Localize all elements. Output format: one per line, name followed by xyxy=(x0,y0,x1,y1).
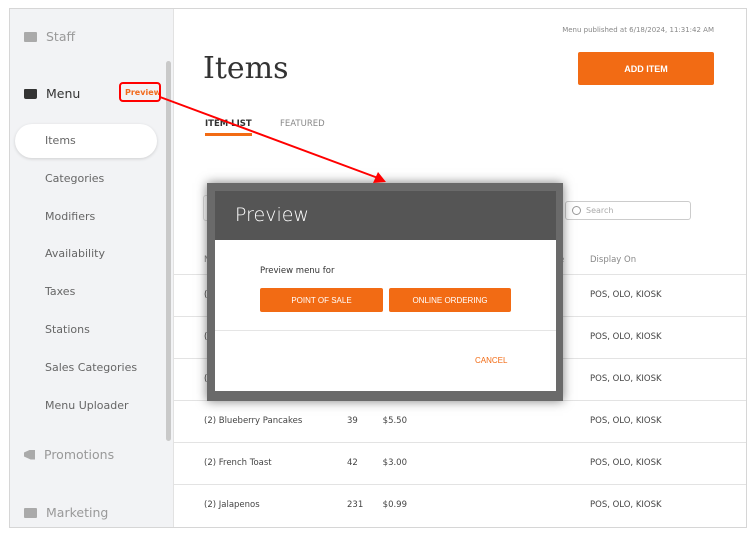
sidebar: Staff Menu Preview Items Categories Modi… xyxy=(10,9,174,527)
search-icon xyxy=(572,206,581,215)
item-name: (2) French Toast xyxy=(204,458,272,468)
sidebar-scrollbar[interactable] xyxy=(166,61,171,441)
preview-modal: Preview Preview menu for POINT OF SALE O… xyxy=(215,191,556,391)
item-price: $3.00 xyxy=(382,458,407,468)
sidebar-item-stations[interactable]: Stations xyxy=(45,323,90,336)
table-row[interactable]: (2) Jalapenos 231 $0.99 POS, OLO, KIOSK xyxy=(174,484,746,526)
item-display-on: POS, OLO, KIOSK xyxy=(590,416,662,426)
megaphone-icon xyxy=(24,449,35,460)
modal-divider xyxy=(215,330,556,331)
envelope-icon xyxy=(24,507,37,518)
modal-shadow: Preview Preview menu for POINT OF SALE O… xyxy=(207,183,563,401)
page-title: Items xyxy=(203,51,289,86)
item-display-on: POS, OLO, KIOSK xyxy=(590,290,662,300)
tab-item-list[interactable]: ITEM LIST xyxy=(205,119,252,136)
online-ordering-button[interactable]: ONLINE ORDERING xyxy=(389,288,511,312)
sidebar-item-availability[interactable]: Availability xyxy=(45,247,105,260)
item-name: (2) Blueberry Pancakes xyxy=(204,416,303,426)
item-display-on: POS, OLO, KIOSK xyxy=(590,500,662,510)
item-name: (2) Jalapenos xyxy=(204,500,260,510)
item-price: $5.50 xyxy=(382,416,407,426)
item-plu: 39 xyxy=(347,416,358,426)
item-display-on: POS, OLO, KIOSK xyxy=(590,374,662,384)
add-item-button[interactable]: ADD ITEM xyxy=(578,52,714,85)
sidebar-item-categories[interactable]: Categories xyxy=(45,172,104,185)
item-display-on: POS, OLO, KIOSK xyxy=(590,458,662,468)
sidebar-item-staff[interactable]: Staff xyxy=(24,29,75,44)
id-card-icon xyxy=(24,31,37,42)
table-row[interactable]: (2) French Toast 42 $3.00 POS, OLO, KIOS… xyxy=(174,442,746,484)
sidebar-item-taxes[interactable]: Taxes xyxy=(45,285,75,298)
table-row[interactable]: (2) Blueberry Pancakes 39 $5.50 POS, OLO… xyxy=(174,400,746,442)
column-header-display-on[interactable]: Display On xyxy=(590,255,636,265)
sidebar-item-sales-categories[interactable]: Sales Categories xyxy=(45,361,137,374)
modal-title: Preview xyxy=(215,191,556,240)
book-icon xyxy=(24,88,37,99)
published-status: Menu published at 6/18/2024, 11:31:42 AM xyxy=(562,26,714,34)
sidebar-item-items[interactable]: Items xyxy=(45,134,76,147)
item-display-on: POS, OLO, KIOSK xyxy=(590,332,662,342)
point-of-sale-button[interactable]: POINT OF SALE xyxy=(260,288,383,312)
modal-label: Preview menu for xyxy=(260,266,335,276)
sidebar-item-menu-uploader[interactable]: Menu Uploader xyxy=(45,399,129,412)
active-item-pill xyxy=(15,124,157,158)
item-price: $0.99 xyxy=(382,500,407,510)
tab-featured[interactable]: FEATURED xyxy=(280,119,325,129)
item-plu: 42 xyxy=(347,458,358,468)
cancel-button[interactable]: CANCEL xyxy=(475,356,507,365)
sidebar-item-promotions[interactable]: Promotions xyxy=(24,447,114,462)
sidebar-item-menu[interactable]: Menu xyxy=(24,86,80,101)
sidebar-item-marketing[interactable]: Marketing xyxy=(24,505,108,520)
search-input[interactable]: Search xyxy=(565,201,691,220)
preview-link[interactable]: Preview xyxy=(125,88,161,97)
sidebar-item-modifiers[interactable]: Modifiers xyxy=(45,210,95,223)
item-plu: 231 xyxy=(347,500,364,510)
